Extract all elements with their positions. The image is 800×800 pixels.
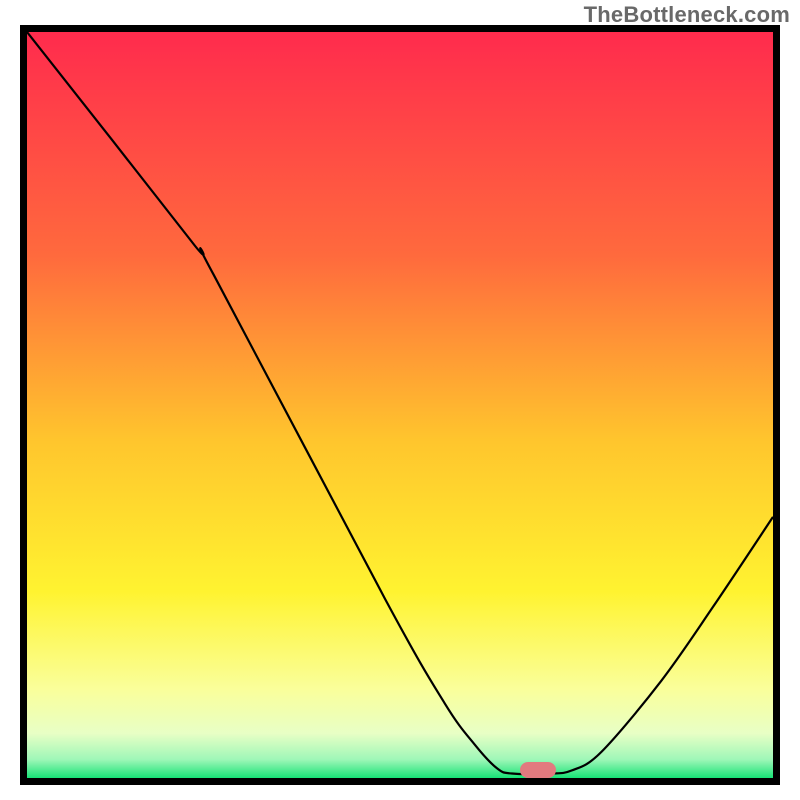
optimal-point-marker [520,762,556,778]
chart-frame [20,25,780,785]
chart-svg [27,32,773,778]
chart-background [27,32,773,778]
